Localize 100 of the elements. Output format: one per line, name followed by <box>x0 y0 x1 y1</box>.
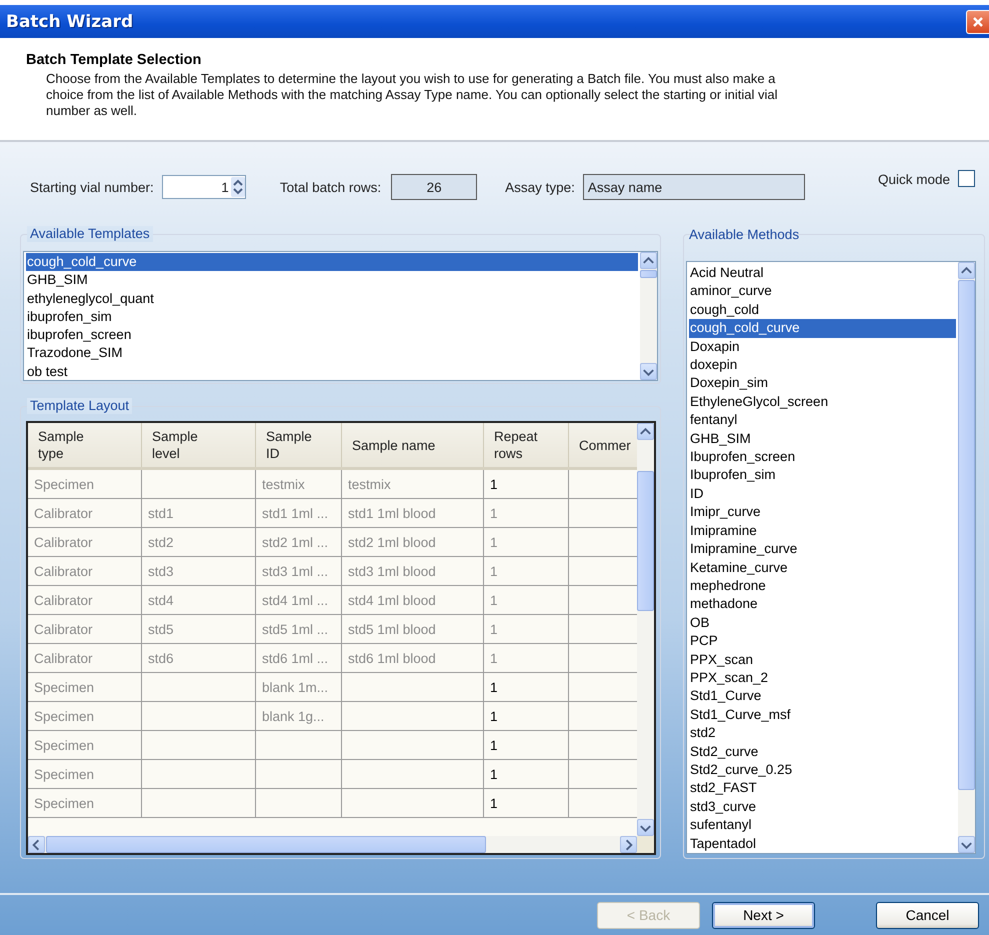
list-item[interactable]: Ibuprofen_sim <box>689 466 956 485</box>
table-cell: std1 <box>142 499 256 527</box>
list-item[interactable]: GHB_SIM <box>26 271 638 290</box>
list-item[interactable]: PPX_scan_2 <box>689 668 956 688</box>
cancel-button[interactable]: Cancel <box>876 902 979 928</box>
table-cell: Specimen <box>28 760 142 788</box>
table-cell: std2 <box>142 528 256 556</box>
close-icon <box>972 16 984 28</box>
table-cell: 1 <box>484 528 569 556</box>
scrollbar-thumb[interactable] <box>640 270 657 278</box>
list-item[interactable]: mephedrone <box>689 576 956 596</box>
scrollbar[interactable] <box>637 423 654 836</box>
scrollbar-thumb[interactable] <box>46 836 486 853</box>
table-cell: 1 <box>484 702 569 730</box>
list-item[interactable]: Ibuprofen_screen <box>689 448 956 466</box>
list-item[interactable]: Imipramine_curve <box>689 540 956 558</box>
column-header[interactable]: Sample ID <box>256 423 342 467</box>
list-item[interactable]: Acid Neutral <box>689 264 956 282</box>
list-item[interactable]: Doxepin_sim <box>689 374 956 393</box>
table-cell: 1 <box>484 470 569 498</box>
list-item[interactable]: OB <box>689 614 956 632</box>
scroll-right-button[interactable] <box>620 836 637 853</box>
total-rows-field: 26 <box>391 174 478 200</box>
list-item[interactable]: ob test <box>26 362 638 380</box>
table-cell: 1 <box>484 615 569 643</box>
scrollbar-corner <box>637 836 654 853</box>
table-cell: 1 <box>484 789 569 817</box>
list-item[interactable]: cough_cold_curve <box>26 253 638 272</box>
number-spinner[interactable]: 1 <box>162 175 246 199</box>
list-item[interactable]: Ketamine_curve <box>689 558 956 577</box>
scroll-down-button[interactable] <box>640 363 657 380</box>
table-cell: Specimen <box>28 470 142 498</box>
column-header[interactable]: Sample level <box>142 423 256 467</box>
list-item[interactable]: sufentanyl <box>689 816 956 835</box>
table-cell: std4 <box>142 586 256 614</box>
assay-type-field: Assay name <box>582 174 805 200</box>
list-item[interactable]: ethyleneglycol_quant <box>26 290 638 308</box>
quick-mode-checkbox[interactable] <box>958 170 975 187</box>
table-cell: std4 1ml ... <box>256 586 342 614</box>
column-header[interactable]: Sample name <box>342 423 484 467</box>
table-cell: Calibrator <box>28 557 142 585</box>
table-cell: testmix <box>342 470 484 498</box>
list-item[interactable]: Tapentadol <box>689 834 956 853</box>
scroll-down-button[interactable] <box>637 819 654 836</box>
list-item[interactable]: std2_FAST <box>689 779 956 798</box>
table-cell: 1 <box>484 586 569 614</box>
scrollbar[interactable] <box>640 252 657 380</box>
list-item[interactable]: aminor_curve <box>689 282 956 301</box>
list-item[interactable]: Std2_curve <box>689 742 956 761</box>
list-item[interactable]: Trazodone_SIM <box>26 344 638 363</box>
list-item[interactable]: ID <box>689 484 956 504</box>
table-cell: std1 1ml blood <box>342 499 484 527</box>
scroll-down-button[interactable] <box>958 836 975 853</box>
list-item[interactable]: Doxapin <box>689 338 956 356</box>
close-button[interactable] <box>966 10 989 34</box>
list-item[interactable]: PCP <box>689 632 956 651</box>
page-description: Choose from the Available Templates to determine the layout you wish to use for generating a Batch file. You must also make a choice from the list of Available Methods with the matching Assay Type name. You can optionally select the starting or initial vial number as well. <box>45 71 779 119</box>
scroll-up-button[interactable] <box>637 423 654 440</box>
list-item[interactable]: cough_cold_curve <box>689 319 956 338</box>
table-cell: std5 <box>142 615 256 643</box>
templates-list[interactable]: cough_cold_curve GHB_SIM ethyleneglycol_quant ibuprofen_sim ibuprofen_screen Trazodone_SIM ob test <box>23 251 658 381</box>
methods-list[interactable] <box>686 261 976 854</box>
list-item[interactable]: ibuprofen_screen <box>26 326 638 344</box>
scrollbar-thumb[interactable] <box>637 471 654 611</box>
list-item[interactable]: std3_curve <box>689 798 956 816</box>
list-item[interactable]: cough_cold <box>689 300 956 320</box>
list-item[interactable]: ibuprofen_sim <box>26 308 638 326</box>
column-header[interactable]: Sample type <box>28 423 142 467</box>
list-item[interactable]: Std1_Curve_msf <box>689 706 956 724</box>
template-grid[interactable] <box>26 421 656 855</box>
list-item[interactable]: methadone <box>689 595 956 614</box>
scroll-left-button[interactable] <box>28 836 45 853</box>
list-item[interactable]: fentanyl <box>689 411 956 430</box>
table-cell: std1 1ml ... <box>256 499 342 527</box>
scroll-up-button[interactable] <box>958 262 975 279</box>
list-item[interactable]: Std2_curve_0.25 <box>689 760 956 780</box>
column-header[interactable]: Repeat rows <box>484 423 569 467</box>
spin-arrows-icon[interactable] <box>230 177 245 197</box>
table-cell: Calibrator <box>28 528 142 556</box>
scrollbar[interactable] <box>28 836 637 853</box>
table-cell: std2 1ml blood <box>342 528 484 556</box>
list-item[interactable]: Imipr_curve <box>689 503 956 522</box>
table-cell: Specimen <box>28 673 142 701</box>
list-item[interactable]: Std1_Curve <box>689 687 956 706</box>
list-item[interactable]: Imipramine <box>689 522 956 540</box>
list-item[interactable]: doxepin <box>689 356 956 374</box>
field-label: Assay type: <box>505 180 575 194</box>
table-cell: Specimen <box>28 789 142 817</box>
table-cell: std5 1ml ... <box>256 615 342 643</box>
list-item[interactable]: GHB_SIM <box>689 430 956 448</box>
next-button[interactable]: Next > <box>712 902 815 928</box>
list-item[interactable]: PPX_scan <box>689 650 956 669</box>
scroll-up-button[interactable] <box>640 252 657 269</box>
table-cell: 1 <box>484 499 569 527</box>
table-cell: std6 1ml blood <box>342 644 484 672</box>
table-cell: 1 <box>484 760 569 788</box>
table-cell: std6 <box>142 644 256 672</box>
list-item[interactable]: std2 <box>689 724 956 743</box>
list-item[interactable]: EthyleneGlycol_screen <box>689 392 956 412</box>
table-cell: Calibrator <box>28 586 142 614</box>
